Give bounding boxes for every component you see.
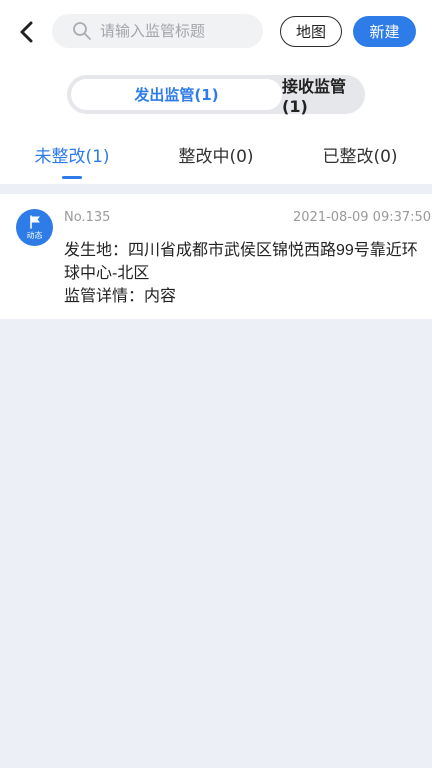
status-tabs: 未整改(1) 整改中(0) 已整改(0) — [0, 134, 432, 180]
tab-unrectified[interactable]: 未整改(1) — [34, 142, 109, 167]
search-icon — [72, 21, 92, 41]
top-bar: 地图 新建 发出监管(1) 接收监管(1) 未整改(1) 整改中(0) 已整改(… — [0, 0, 432, 184]
new-button[interactable]: 新建 — [353, 16, 416, 47]
search-box[interactable] — [52, 14, 263, 48]
tab-rectified[interactable]: 已整改(0) — [322, 142, 397, 167]
active-tab-indicator — [62, 176, 82, 179]
direction-segment: 发出监管(1) 接收监管(1) — [67, 75, 365, 116]
back-arrow-icon — [20, 21, 33, 43]
badge-label: 动态 — [26, 230, 43, 240]
segment-sent[interactable]: 发出监管(1) — [71, 79, 282, 110]
status-badge: 动态 — [16, 209, 53, 246]
tab-rectifying[interactable]: 整改中(0) — [178, 142, 253, 167]
map-button[interactable]: 地图 — [280, 16, 342, 47]
flag-icon — [29, 214, 40, 229]
item-detail: 监管详情：内容 — [64, 286, 177, 305]
item-time: 2021-08-09 09:37:50 — [293, 210, 432, 225]
search-input[interactable] — [100, 22, 250, 40]
item-address: 发生地：四川省成都市武侯区锦悦西路99号靠近环球中心-北区 — [64, 242, 418, 282]
segment-received[interactable]: 接收监管(1) — [282, 77, 362, 116]
back-button[interactable] — [14, 17, 40, 47]
item-number: No.135 — [64, 210, 111, 225]
